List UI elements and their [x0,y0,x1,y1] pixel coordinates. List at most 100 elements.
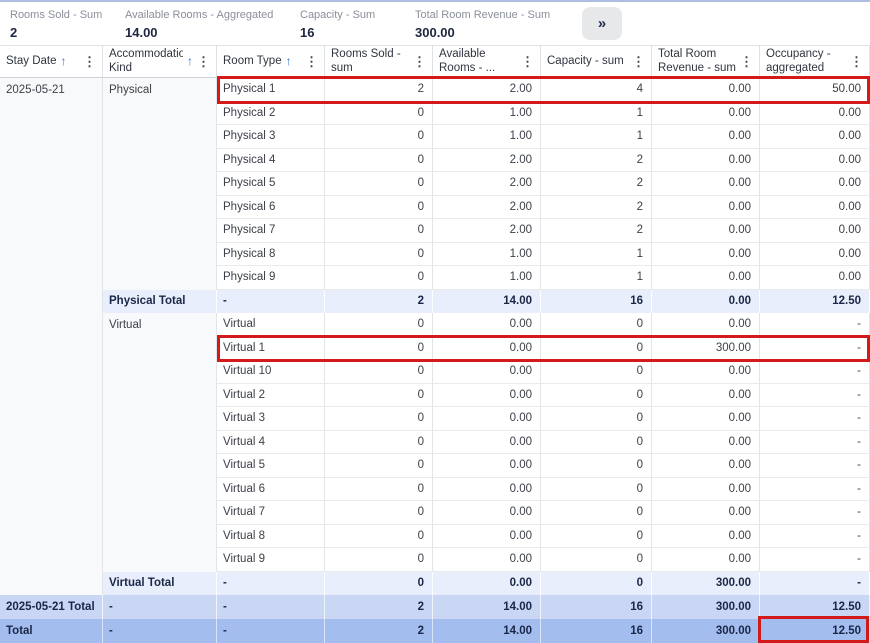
cell-rooms-sold-sum[interactable]: 0 [325,360,433,384]
cell-rooms-sold-sum[interactable]: 0 [325,548,433,572]
cell-available-rooms[interactable]: 1.00 [433,266,541,290]
cell-capacity-sum[interactable]: 0 [541,548,652,572]
cell-stay-date[interactable]: Total [0,619,103,643]
cell-room-type[interactable]: Virtual 1 [217,337,325,361]
cell-room-type[interactable]: Physical 3 [217,125,325,149]
cell-occupancy-aggregated[interactable]: 0.00 [760,125,870,149]
column-header-rooms-sold-sum[interactable]: Rooms Sold - sum⋮ [325,45,433,78]
cell-room-type[interactable]: - [217,290,325,314]
cell-rooms-sold-sum[interactable]: 0 [325,572,433,596]
cell-available-rooms[interactable]: 14.00 [433,595,541,619]
column-menu-kebab-icon[interactable]: ⋮ [410,54,429,70]
cell-occupancy-aggregated[interactable]: - [760,407,870,431]
cell-capacity-sum[interactable]: 2 [541,219,652,243]
cell-occupancy-aggregated[interactable]: - [760,431,870,455]
cell-accommodation-kind[interactable]: Virtual Total [103,572,217,596]
cell-rooms-sold-sum[interactable]: 0 [325,172,433,196]
cell-rooms-sold-sum[interactable]: 0 [325,149,433,173]
cell-available-rooms[interactable]: 14.00 [433,619,541,643]
cell-capacity-sum[interactable]: 2 [541,172,652,196]
cell-rooms-sold-sum[interactable]: 0 [325,219,433,243]
cell-rooms-sold-sum[interactable]: 0 [325,102,433,126]
cell-capacity-sum[interactable]: 0 [541,478,652,502]
cell-room-type[interactable]: Virtual 6 [217,478,325,502]
cell-room-type[interactable]: - [217,595,325,619]
cell-room-type[interactable]: Virtual [217,313,325,337]
column-header-available-rooms[interactable]: Available Rooms - ...⋮ [433,45,541,78]
cell-total-room-revenue-sum[interactable]: 0.00 [652,454,760,478]
column-header-occupancy-aggregated[interactable]: Occupancy - aggregated⋮ [760,45,870,78]
column-menu-kebab-icon[interactable]: ⋮ [629,54,648,70]
cell-capacity-sum[interactable]: 0 [541,407,652,431]
cell-rooms-sold-sum[interactable]: 0 [325,384,433,408]
cell-occupancy-aggregated[interactable]: - [760,548,870,572]
cell-total-room-revenue-sum[interactable]: 0.00 [652,266,760,290]
cell-room-type[interactable]: - [217,619,325,643]
cell-room-type[interactable]: Physical 6 [217,196,325,220]
column-menu-kebab-icon[interactable]: ⋮ [847,54,866,70]
cell-rooms-sold-sum[interactable]: 0 [325,525,433,549]
cell-rooms-sold-sum[interactable]: 0 [325,501,433,525]
cell-capacity-sum[interactable]: 0 [541,384,652,408]
cell-occupancy-aggregated[interactable]: 0.00 [760,102,870,126]
column-header-capacity-sum[interactable]: Capacity - sum⋮ [541,45,652,78]
cell-total-room-revenue-sum[interactable]: 0.00 [652,501,760,525]
cell-total-room-revenue-sum[interactable]: 0.00 [652,384,760,408]
column-header-total-room-revenue-sum[interactable]: Total Room Revenue - sum⋮ [652,45,760,78]
cell-capacity-sum[interactable]: 16 [541,595,652,619]
cell-occupancy-aggregated[interactable]: 0.00 [760,243,870,267]
cell-rooms-sold-sum[interactable]: 0 [325,196,433,220]
cell-capacity-sum[interactable]: 0 [541,454,652,478]
cell-occupancy-aggregated[interactable]: 12.50 [760,290,870,314]
cell-capacity-sum[interactable]: 16 [541,619,652,643]
cell-available-rooms[interactable]: 2.00 [433,196,541,220]
cell-available-rooms[interactable]: 1.00 [433,243,541,267]
cell-capacity-sum[interactable]: 0 [541,431,652,455]
column-menu-kebab-icon[interactable]: ⋮ [302,54,321,70]
cell-available-rooms[interactable]: 0.00 [433,548,541,572]
cell-available-rooms[interactable]: 0.00 [433,478,541,502]
cell-occupancy-aggregated[interactable]: 12.50 [760,595,870,619]
cell-total-room-revenue-sum[interactable]: 0.00 [652,102,760,126]
cell-available-rooms[interactable]: 0.00 [433,431,541,455]
cell-capacity-sum[interactable]: 0 [541,501,652,525]
cell-room-type[interactable]: Physical 2 [217,102,325,126]
cell-available-rooms[interactable]: 14.00 [433,290,541,314]
cell-total-room-revenue-sum[interactable]: 0.00 [652,431,760,455]
cell-accommodation-kind[interactable]: - [103,619,217,643]
column-menu-kebab-icon[interactable]: ⋮ [194,54,213,70]
cell-room-type[interactable]: Virtual 4 [217,431,325,455]
cell-rooms-sold-sum[interactable]: 0 [325,407,433,431]
cell-room-type[interactable]: - [217,572,325,596]
cell-available-rooms[interactable]: 2.00 [433,78,541,102]
cell-capacity-sum[interactable]: 0 [541,360,652,384]
cell-total-room-revenue-sum[interactable]: 0.00 [652,219,760,243]
cell-total-room-revenue-sum[interactable]: 0.00 [652,360,760,384]
cell-occupancy-aggregated[interactable]: - [760,313,870,337]
cell-rooms-sold-sum[interactable]: 0 [325,125,433,149]
cell-accommodation-kind[interactable]: Physical [103,78,217,102]
cell-room-type[interactable]: Physical 5 [217,172,325,196]
cell-room-type[interactable]: Physical 9 [217,266,325,290]
highlighted-cell-occupancy[interactable]: 12.50 [760,619,870,643]
cell-stay-date[interactable]: 2025-05-21 [0,78,103,102]
cell-total-room-revenue-sum[interactable]: 0.00 [652,478,760,502]
column-menu-kebab-icon[interactable]: ⋮ [518,54,537,70]
cell-total-room-revenue-sum[interactable]: 0.00 [652,243,760,267]
cell-capacity-sum[interactable]: 0 [541,313,652,337]
cell-capacity-sum[interactable]: 0 [541,572,652,596]
cell-capacity-sum[interactable]: 16 [541,290,652,314]
cell-total-room-revenue-sum[interactable]: 0.00 [652,313,760,337]
cell-available-rooms[interactable]: 2.00 [433,219,541,243]
column-menu-kebab-icon[interactable]: ⋮ [80,54,99,70]
cell-available-rooms[interactable]: 0.00 [433,572,541,596]
cell-accommodation-kind[interactable]: Physical Total [103,290,217,314]
cell-rooms-sold-sum[interactable]: 0 [325,266,433,290]
cell-available-rooms[interactable]: 0.00 [433,454,541,478]
cell-total-room-revenue-sum[interactable]: 0.00 [652,548,760,572]
cell-available-rooms[interactable]: 0.00 [433,313,541,337]
cell-occupancy-aggregated[interactable]: 50.00 [760,78,870,102]
cell-accommodation-kind[interactable]: - [103,595,217,619]
cell-rooms-sold-sum[interactable]: 2 [325,595,433,619]
cell-capacity-sum[interactable]: 1 [541,266,652,290]
